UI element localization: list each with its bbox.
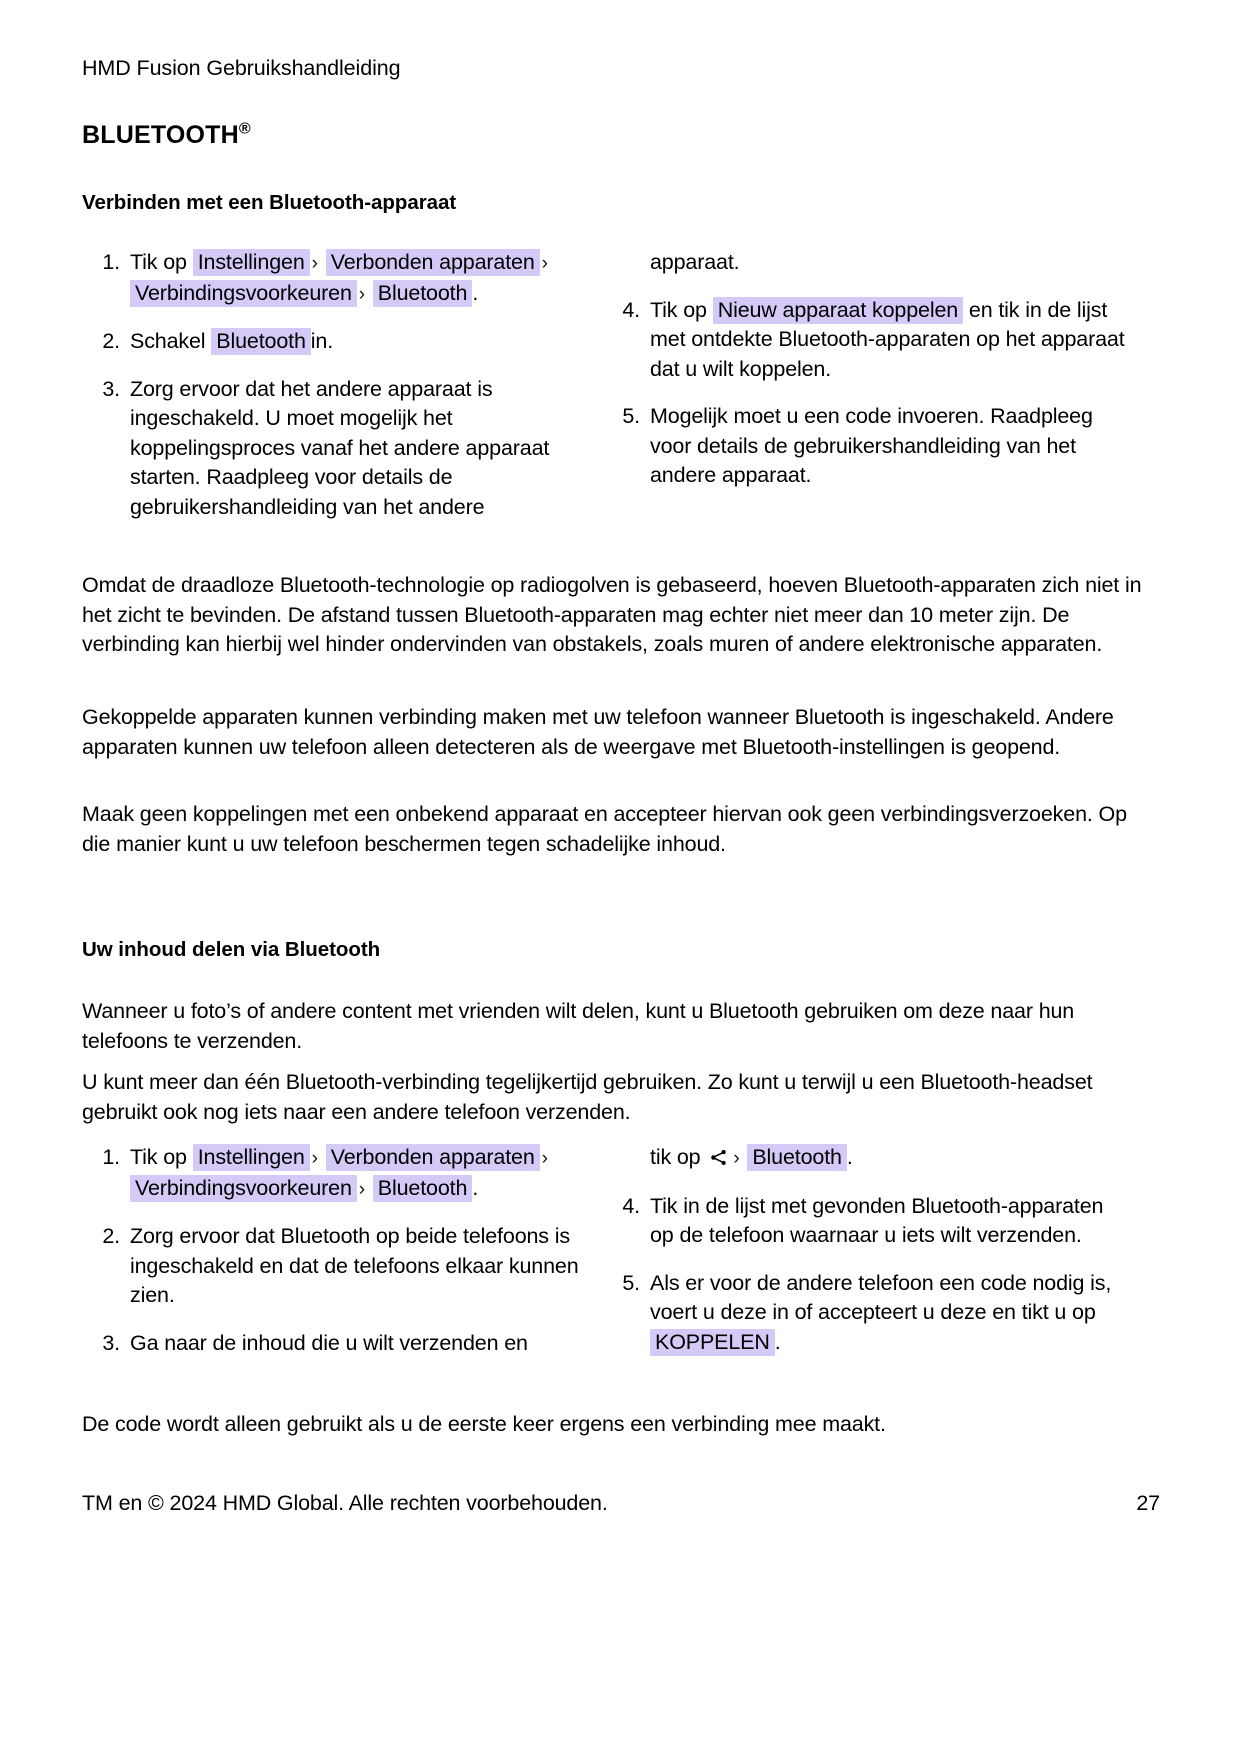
breadcrumb-separator: › <box>733 1148 740 1169</box>
document-page: HMD Fusion Gebruikshandleiding BLUETOOTH… <box>0 0 1241 1754</box>
ui-term-instellingen[interactable]: Instellingen <box>192 1144 310 1171</box>
ui-term-nieuw-apparaat-koppelen[interactable]: Nieuw apparaat koppelen <box>712 296 964 324</box>
paragraph-bluetooth-range: Omdat de draadloze Bluetooth-technologie… <box>82 573 1142 656</box>
ui-term-verbindingsvoorkeuren[interactable]: Verbindingsvoorkeuren <box>130 279 357 307</box>
list-item-prefix: Als er voor de andere telefoon een code … <box>650 1270 1112 1325</box>
steps-column-right: tik op › Bluetooth. 4. Tik in de lijst m… <box>610 1143 1130 1357</box>
share-icon[interactable] <box>709 1148 728 1167</box>
breadcrumb-separator: › <box>311 1148 318 1169</box>
list-item-suffix: . <box>472 1175 479 1200</box>
list-item-suffix: . <box>774 1329 781 1354</box>
list-item: 5. Als er voor de andere telefoon een cod… <box>610 1269 1130 1358</box>
list-item: 4. Tik in de lijst met gevonden Bluetooth… <box>610 1192 1130 1251</box>
ui-term-verbonden-apparaten[interactable]: Verbonden apparaten <box>325 1144 540 1171</box>
steps-column-left: 1. Tik op Instellingen › Verbonden apparat… <box>90 1143 590 1358</box>
page-number: 27 <box>1136 1491 1160 1515</box>
list-item-text: Tik in de lijst met gevonden Bluetooth-a… <box>650 1193 1104 1248</box>
paragraph-share-intro: Wanneer u foto’s of andere content met v… <box>82 999 1075 1053</box>
continued-text-suffix: . <box>846 1145 853 1169</box>
list-item-suffix: . <box>472 280 479 305</box>
paragraph-paired-devices: Gekoppelde apparaten kunnen verbinding m… <box>82 705 1114 759</box>
list-item-number: 1. <box>102 1145 120 1169</box>
list-item-prefix: Tik op <box>650 297 707 322</box>
list-item-number: 2. <box>102 1224 120 1248</box>
list-item-text: Ga naar de inhoud die u wilt verzenden e… <box>130 1330 528 1355</box>
breadcrumb-separator: › <box>541 1148 548 1169</box>
page-content: HMD Fusion Gebruikshandleiding BLUETOOTH… <box>82 0 1162 1754</box>
ui-term-verbonden-apparaten[interactable]: Verbonden apparaten <box>325 249 540 276</box>
list-item-number: 1. <box>102 250 120 274</box>
ui-term-instellingen[interactable]: Instellingen <box>192 249 310 276</box>
list-item: 2. Zorg ervoor dat Bluetooth op beide tel… <box>90 1222 590 1311</box>
list-item: 4. Tik op Nieuw apparaat koppelen en tik … <box>610 296 1130 385</box>
list-item-number: 3. <box>102 376 120 401</box>
ui-term-koppelen[interactable]: KOPPELEN <box>650 1328 775 1356</box>
list-item-number: 3. <box>102 1330 120 1355</box>
section-one-heading: Verbinden met een Bluetooth-apparaat <box>82 191 457 214</box>
ordered-step-list: 1. Tik op Instellingen › Verbonden apparat… <box>90 1143 590 1358</box>
list-item-number: 5. <box>622 1270 640 1295</box>
ui-term-bluetooth[interactable]: Bluetooth <box>372 1174 473 1202</box>
ui-term-bluetooth[interactable]: Bluetooth <box>747 1144 847 1171</box>
section-two-heading: Uw inhoud delen via Bluetooth <box>82 938 381 961</box>
continued-text-prefix: tik op <box>650 1145 701 1169</box>
list-item: 3. Zorg ervoor dat het andere apparaat is… <box>90 375 590 523</box>
steps-column-left: 1. Tik op Instellingen › Verbonden apparat… <box>90 248 590 522</box>
breadcrumb-separator: › <box>541 253 548 274</box>
list-item-suffix: in. <box>310 329 334 353</box>
paragraph-security-warning: Maak geen koppelingen met een onbekend a… <box>82 802 1127 856</box>
running-head: HMD Fusion Gebruikshandleiding <box>82 56 401 80</box>
page-title: BLUETOOTH® <box>82 120 251 150</box>
breadcrumb-separator: › <box>358 283 365 305</box>
list-item-text: Zorg ervoor dat Bluetooth op beide telef… <box>130 1224 579 1307</box>
list-item: 5. Mogelijk moet u een code invoeren. Raa… <box>610 402 1130 491</box>
list-item-number: 4. <box>622 1193 640 1218</box>
list-item-prefix: Tik op <box>130 250 187 274</box>
list-item: 1. Tik op Instellingen › Verbonden apparat… <box>90 248 590 309</box>
breadcrumb-separator: › <box>358 1178 365 1200</box>
continued-text: apparaat. <box>650 250 740 274</box>
ordered-step-list: 4. Tik op Nieuw apparaat koppelen en tik … <box>610 296 1130 491</box>
list-item: 2. Schakel Bluetooth in. <box>90 327 590 357</box>
ordered-step-list: 1. Tik op Instellingen › Verbonden apparat… <box>90 248 590 522</box>
paragraph-code-usage: De code wordt alleen gebruikt als u de e… <box>82 1412 886 1436</box>
list-item-number: 5. <box>622 404 640 428</box>
ordered-step-list: 4. Tik in de lijst met gevonden Bluetooth… <box>610 1192 1130 1358</box>
ui-term-verbindingsvoorkeuren[interactable]: Verbindingsvoorkeuren <box>130 1174 357 1202</box>
page-title-text: BLUETOOTH <box>82 121 239 149</box>
list-item-text: Mogelijk moet u een code invoeren. Raadp… <box>650 404 1093 487</box>
ui-term-bluetooth[interactable]: Bluetooth <box>211 328 311 355</box>
breadcrumb-separator: › <box>311 253 318 274</box>
copyright-notice: TM en © 2024 HMD Global. Alle rechten vo… <box>82 1491 608 1515</box>
list-item: 3. Ga naar de inhoud die u wilt verzenden… <box>90 1329 590 1359</box>
registered-trademark-symbol: ® <box>238 120 251 138</box>
list-item-prefix: Schakel <box>130 329 206 353</box>
list-item: 1. Tik op Instellingen › Verbonden apparat… <box>90 1143 590 1204</box>
continued-text: tik op › Bluetooth. <box>610 1143 1130 1174</box>
steps-column-right: apparaat. 4. Tik op Nieuw apparaat koppel… <box>610 248 1130 491</box>
list-item-number: 2. <box>102 329 120 353</box>
page-footer: TM en © 2024 HMD Global. Alle rechten vo… <box>82 1489 1160 1519</box>
list-item-text: Zorg ervoor dat het andere apparaat is i… <box>130 376 550 519</box>
paragraph-multiple-connections: U kunt meer dan één Bluetooth-verbinding… <box>82 1070 1093 1124</box>
list-item-prefix: Tik op <box>130 1145 187 1169</box>
list-item-number: 4. <box>622 297 640 322</box>
ui-term-bluetooth[interactable]: Bluetooth <box>372 279 473 307</box>
